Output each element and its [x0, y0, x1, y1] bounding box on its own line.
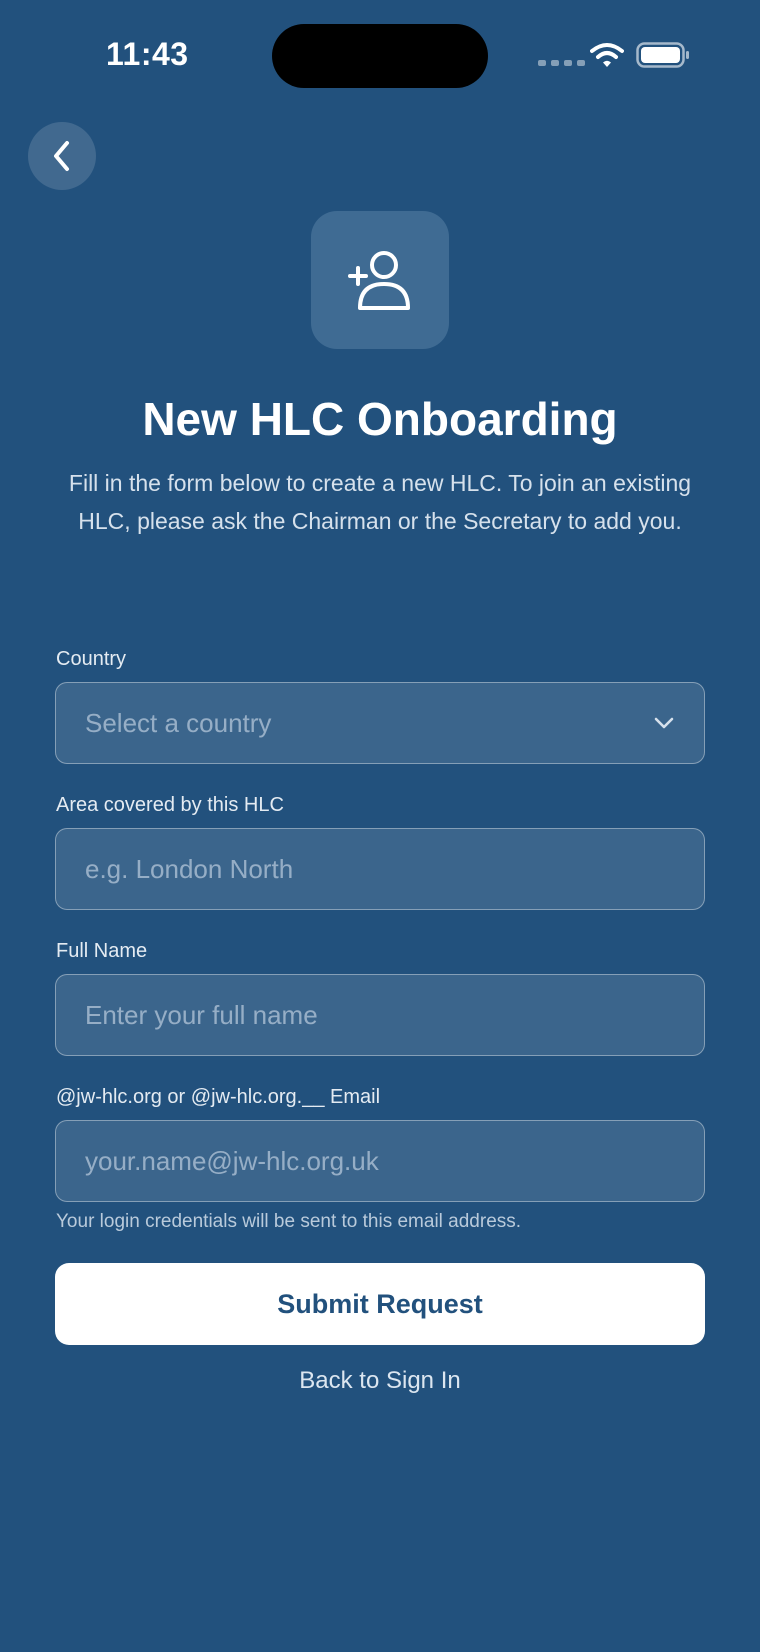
add-user-icon: [348, 251, 410, 310]
country-select-value: Select a country: [85, 707, 272, 738]
cellular-signal-icon: [538, 60, 585, 66]
full-name-label: Full Name: [56, 940, 148, 962]
battery-icon: [636, 42, 689, 68]
full-name-input-placeholder: Enter your full name: [85, 999, 318, 1030]
area-input[interactable]: e.g. London North: [55, 828, 705, 910]
email-input[interactable]: your.name@jw-hlc.org.uk: [55, 1120, 705, 1202]
email-label: @jw-hlc.org or @jw-hlc.org.__ Email: [56, 1086, 381, 1108]
submit-request-button[interactable]: Submit Request: [55, 1263, 705, 1345]
area-input-placeholder: e.g. London North: [85, 853, 294, 884]
hero-icon-box: [311, 211, 449, 349]
full-name-input[interactable]: Enter your full name: [55, 974, 705, 1056]
page-title: New HLC Onboarding: [142, 393, 618, 445]
country-label: Country: [56, 648, 127, 670]
back-button[interactable]: [28, 122, 96, 190]
wifi-icon: [590, 43, 624, 67]
page-subtitle: Fill in the form below to create a new H…: [68, 470, 692, 534]
email-helper-text: Your login credentials will be sent to t…: [56, 1211, 522, 1232]
status-bar: 11:43: [0, 0, 760, 110]
chevron-down-icon: [654, 717, 674, 729]
email-input-placeholder: your.name@jw-hlc.org.uk: [85, 1145, 379, 1176]
country-select[interactable]: Select a country: [55, 682, 705, 764]
area-label: Area covered by this HLC: [56, 794, 284, 816]
chevron-left-icon: [54, 141, 69, 171]
dynamic-island: [272, 24, 488, 88]
status-time: 11:43: [106, 36, 189, 72]
back-to-sign-in-link[interactable]: Back to Sign In: [0, 1367, 760, 1395]
